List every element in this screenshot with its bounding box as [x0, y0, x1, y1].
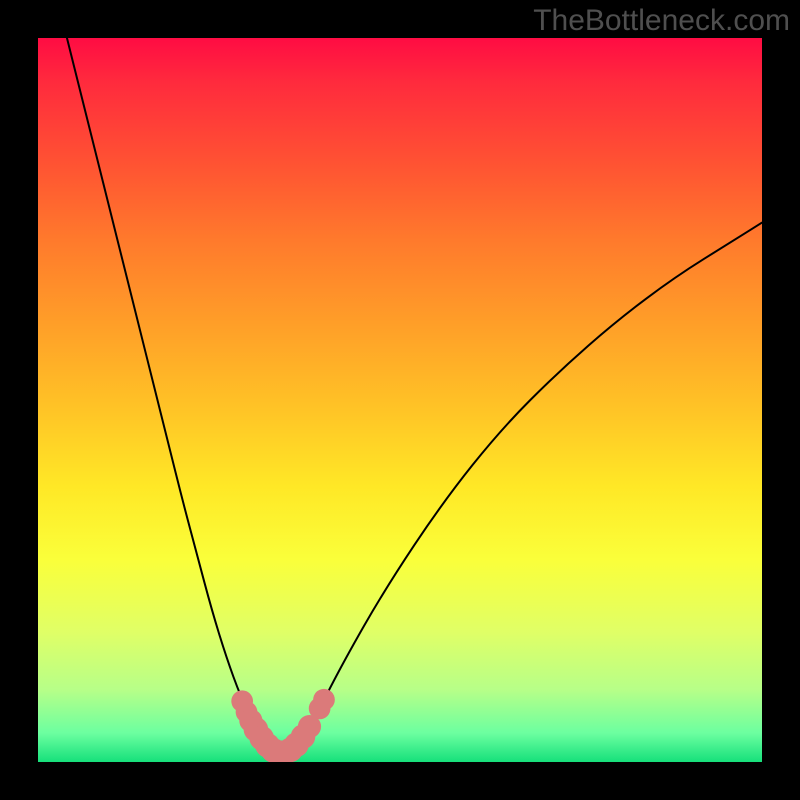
- severity-gradient: [38, 38, 762, 762]
- image-root: TheBottleneck.com: [0, 0, 800, 800]
- watermark-text: TheBottleneck.com: [533, 4, 790, 38]
- plot-area: [38, 38, 762, 762]
